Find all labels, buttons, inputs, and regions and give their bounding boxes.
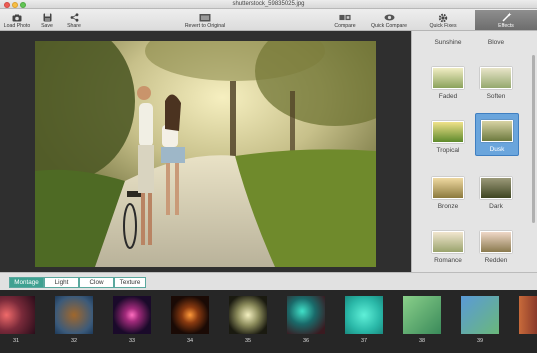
texture-thumbnail[interactable] (171, 296, 209, 334)
save-icon (41, 12, 53, 23)
effects-panel: Sunshine Blove Faded Soften Tropical Dus… (411, 31, 537, 272)
title-bar: shutterstock_59835025.jpg (0, 0, 537, 9)
texture-thumbnail[interactable] (0, 296, 35, 334)
effect-thumbnail (480, 67, 512, 89)
tab-clow[interactable]: Clow (79, 277, 114, 288)
texture-thumbnail[interactable] (229, 296, 267, 334)
overlay-tabs: Montage Light Clow Texture (0, 272, 537, 290)
effect-tropical[interactable]: Tropical (426, 121, 470, 154)
revert-to-original-button[interactable]: Revert to Original (180, 10, 230, 30)
share-button[interactable]: Share (62, 10, 86, 30)
camera-icon (11, 12, 23, 23)
texture-thumbnail[interactable] (403, 296, 441, 334)
effect-dark[interactable]: Dark (474, 177, 518, 210)
effect-sunshine[interactable]: Sunshine (426, 35, 470, 46)
texture-number: 39 (476, 338, 484, 344)
magic-wand-icon (500, 12, 512, 23)
texture-thumbnail[interactable] (519, 296, 537, 334)
effect-bronze[interactable]: Bronze (426, 177, 470, 210)
effect-thumbnail (480, 177, 512, 199)
load-photo-button[interactable]: Load Photo (2, 10, 32, 30)
effect-dusk[interactable]: Dusk (475, 113, 519, 156)
effect-thumbnail (481, 120, 513, 142)
texture-number: 33 (128, 338, 136, 344)
texture-thumbnail[interactable] (345, 296, 383, 334)
texture-number: 38 (418, 338, 426, 344)
compare-button[interactable]: Compare (331, 10, 359, 30)
texture-thumbnail[interactable] (55, 296, 93, 334)
effect-romance[interactable]: Romance (426, 231, 470, 264)
share-icon (68, 12, 80, 23)
effects-scrollbar-thumb[interactable] (532, 55, 535, 223)
texture-number: 32 (70, 338, 78, 344)
effect-soften[interactable]: Soften (474, 67, 518, 100)
texture-strip: 31 32 33 34 35 36 37 38 39 (0, 290, 537, 353)
tab-light[interactable]: Light (44, 277, 79, 288)
texture-number: 31 (12, 338, 20, 344)
compare-icon (339, 12, 351, 23)
tab-montage[interactable]: Montage (9, 277, 44, 288)
effect-blove[interactable]: Blove (474, 35, 518, 46)
photo-preview[interactable] (35, 41, 376, 267)
texture-thumbnail[interactable] (287, 296, 325, 334)
texture-thumbnail[interactable] (113, 296, 151, 334)
effect-faded[interactable]: Faded (426, 67, 470, 100)
effect-thumbnail (432, 67, 464, 89)
save-button[interactable]: Save (37, 10, 57, 30)
texture-number: 37 (360, 338, 368, 344)
quick-fixes-button[interactable]: Quick Fixes (423, 10, 463, 30)
effect-thumbnail (432, 121, 464, 143)
window-title: shutterstock_59835025.jpg (232, 1, 305, 7)
effect-thumbnail (432, 231, 464, 253)
texture-number: 35 (244, 338, 252, 344)
revert-icon (199, 12, 211, 23)
effect-redden[interactable]: Redden (474, 231, 518, 264)
texture-number: 36 (302, 338, 310, 344)
tab-texture[interactable]: Texture (114, 277, 146, 288)
texture-thumbnail[interactable] (461, 296, 499, 334)
photo-canvas[interactable] (0, 31, 411, 272)
gear-icon (437, 12, 449, 23)
eye-icon (383, 12, 395, 23)
quick-compare-button[interactable]: Quick Compare (367, 10, 411, 30)
texture-number: 34 (186, 338, 194, 344)
toolbar: Load Photo Save Share Revert to Original… (0, 9, 537, 31)
effect-thumbnail (432, 177, 464, 199)
effect-thumbnail (480, 231, 512, 253)
effects-button[interactable]: Effects (475, 10, 537, 30)
